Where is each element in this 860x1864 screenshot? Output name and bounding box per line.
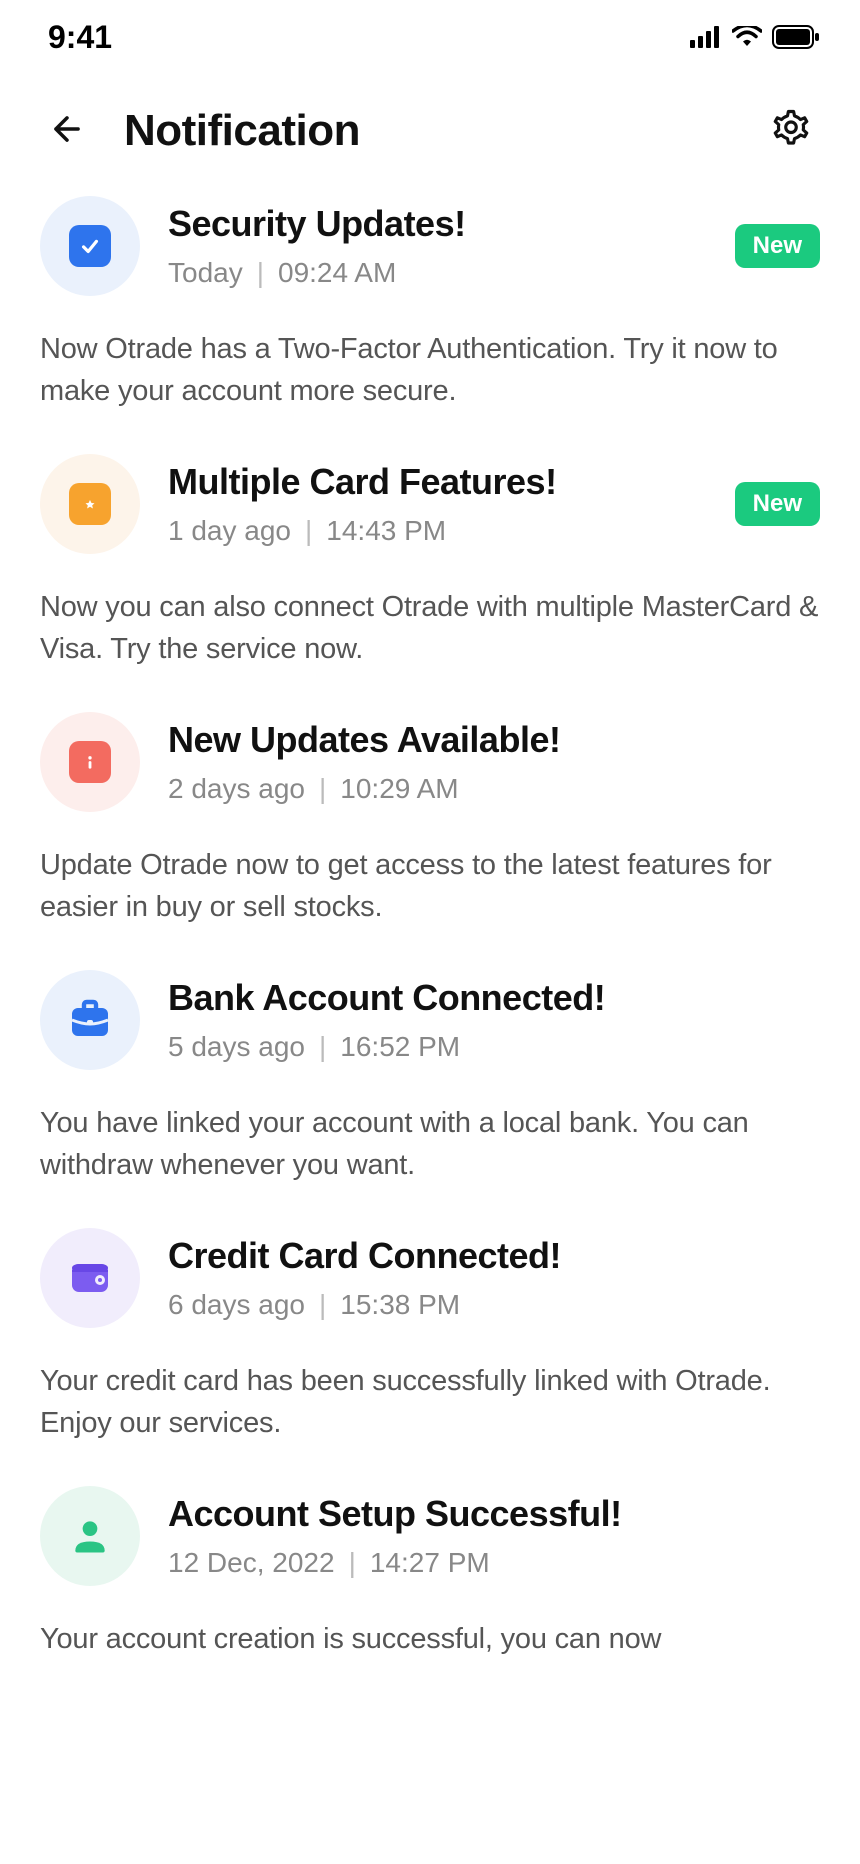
notification-item[interactable]: Account Setup Successful! 12 Dec, 2022 |… bbox=[40, 1486, 820, 1660]
meta-separator: | bbox=[319, 773, 326, 805]
notification-icon-wrapper bbox=[40, 454, 140, 554]
wallet-icon bbox=[66, 1254, 114, 1302]
back-button[interactable] bbox=[40, 102, 94, 159]
notification-time: 14:43 PM bbox=[326, 515, 446, 547]
notification-date: 12 Dec, 2022 bbox=[168, 1547, 335, 1579]
notification-content: Security Updates! Today | 09:24 AM bbox=[168, 203, 707, 289]
notification-icon-wrapper bbox=[40, 970, 140, 1070]
notification-body: You have linked your account with a loca… bbox=[40, 1102, 820, 1186]
status-icons bbox=[690, 25, 820, 49]
ticket-icon bbox=[69, 483, 111, 525]
notification-body: Update Otrade now to get access to the l… bbox=[40, 844, 820, 928]
notification-meta: 6 days ago | 15:38 PM bbox=[168, 1289, 820, 1321]
meta-separator: | bbox=[319, 1031, 326, 1063]
notification-date: 6 days ago bbox=[168, 1289, 305, 1321]
info-icon bbox=[69, 741, 111, 783]
gear-icon bbox=[770, 108, 812, 150]
notification-body: Your credit card has been successfully l… bbox=[40, 1360, 820, 1444]
notification-icon-wrapper bbox=[40, 1486, 140, 1586]
new-badge: New bbox=[735, 482, 820, 526]
notification-header: Account Setup Successful! 12 Dec, 2022 |… bbox=[40, 1486, 820, 1586]
meta-separator: | bbox=[349, 1547, 356, 1579]
notification-header: Bank Account Connected! 5 days ago | 16:… bbox=[40, 970, 820, 1070]
notification-time: 14:27 PM bbox=[370, 1547, 490, 1579]
notification-meta: Today | 09:24 AM bbox=[168, 257, 707, 289]
notification-meta: 2 days ago | 10:29 AM bbox=[168, 773, 820, 805]
new-badge: New bbox=[735, 224, 820, 268]
notifications-list: Security Updates! Today | 09:24 AM New N… bbox=[0, 196, 860, 1661]
notification-time: 10:29 AM bbox=[340, 773, 458, 805]
notification-content: New Updates Available! 2 days ago | 10:2… bbox=[168, 719, 820, 805]
notification-date: 2 days ago bbox=[168, 773, 305, 805]
notification-content: Multiple Card Features! 1 day ago | 14:4… bbox=[168, 461, 707, 547]
notification-body: Now Otrade has a Two-Factor Authenticati… bbox=[40, 328, 820, 412]
notification-date: 1 day ago bbox=[168, 515, 291, 547]
notification-header: Security Updates! Today | 09:24 AM New bbox=[40, 196, 820, 296]
meta-separator: | bbox=[257, 257, 264, 289]
notification-body: Now you can also connect Otrade with mul… bbox=[40, 586, 820, 670]
notification-content: Account Setup Successful! 12 Dec, 2022 |… bbox=[168, 1493, 820, 1579]
status-time: 9:41 bbox=[48, 19, 112, 56]
notification-meta: 5 days ago | 16:52 PM bbox=[168, 1031, 820, 1063]
notification-content: Bank Account Connected! 5 days ago | 16:… bbox=[168, 977, 820, 1063]
status-bar: 9:41 bbox=[0, 0, 860, 70]
notification-title: Account Setup Successful! bbox=[168, 1493, 820, 1535]
meta-separator: | bbox=[305, 515, 312, 547]
notification-icon-wrapper bbox=[40, 196, 140, 296]
person-icon bbox=[68, 1514, 112, 1558]
notification-time: 16:52 PM bbox=[340, 1031, 460, 1063]
notification-item[interactable]: Bank Account Connected! 5 days ago | 16:… bbox=[40, 970, 820, 1186]
briefcase-icon bbox=[66, 996, 114, 1044]
notification-title: Security Updates! bbox=[168, 203, 707, 245]
notification-body: Your account creation is successful, you… bbox=[40, 1618, 820, 1660]
wifi-icon bbox=[732, 26, 762, 48]
notification-item[interactable]: New Updates Available! 2 days ago | 10:2… bbox=[40, 712, 820, 928]
notification-icon-wrapper bbox=[40, 712, 140, 812]
notification-time: 15:38 PM bbox=[340, 1289, 460, 1321]
page-title: Notification bbox=[124, 106, 732, 156]
notification-title: Multiple Card Features! bbox=[168, 461, 707, 503]
arrow-left-icon bbox=[48, 110, 86, 148]
notification-header: Credit Card Connected! 6 days ago | 15:3… bbox=[40, 1228, 820, 1328]
notification-item[interactable]: Multiple Card Features! 1 day ago | 14:4… bbox=[40, 454, 820, 670]
notification-title: Bank Account Connected! bbox=[168, 977, 820, 1019]
notification-icon-wrapper bbox=[40, 1228, 140, 1328]
meta-separator: | bbox=[319, 1289, 326, 1321]
header: Notification bbox=[0, 70, 860, 196]
notification-title: New Updates Available! bbox=[168, 719, 820, 761]
notification-item[interactable]: Security Updates! Today | 09:24 AM New N… bbox=[40, 196, 820, 412]
battery-icon bbox=[772, 25, 820, 49]
settings-button[interactable] bbox=[762, 100, 820, 161]
notification-meta: 12 Dec, 2022 | 14:27 PM bbox=[168, 1547, 820, 1579]
check-icon bbox=[69, 225, 111, 267]
notification-header: Multiple Card Features! 1 day ago | 14:4… bbox=[40, 454, 820, 554]
notification-date: 5 days ago bbox=[168, 1031, 305, 1063]
notification-title: Credit Card Connected! bbox=[168, 1235, 820, 1277]
signal-icon bbox=[690, 26, 722, 48]
notification-meta: 1 day ago | 14:43 PM bbox=[168, 515, 707, 547]
notification-item[interactable]: Credit Card Connected! 6 days ago | 15:3… bbox=[40, 1228, 820, 1444]
notification-time: 09:24 AM bbox=[278, 257, 396, 289]
notification-header: New Updates Available! 2 days ago | 10:2… bbox=[40, 712, 820, 812]
notification-date: Today bbox=[168, 257, 243, 289]
notification-content: Credit Card Connected! 6 days ago | 15:3… bbox=[168, 1235, 820, 1321]
